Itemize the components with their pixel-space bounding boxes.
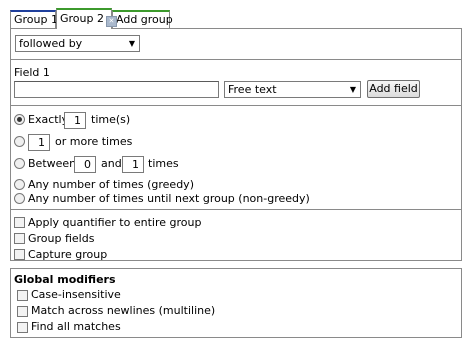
tab-label: Add group (116, 13, 173, 26)
between-min-input[interactable]: 0 (74, 156, 96, 173)
chevron-down-icon: ▼ (349, 85, 356, 94)
case-insensitive-label: Case-insensitive (31, 288, 121, 301)
group-panel: followed by ▼ Field 1 Free text ▼ Add fi… (10, 28, 462, 261)
capture-group-label: Capture group (28, 248, 108, 261)
tab-group-1[interactable]: Group 1 (10, 10, 58, 28)
checkbox-case-insensitive[interactable] (17, 290, 28, 301)
group-fields-label: Group fields (28, 232, 95, 245)
radio-between[interactable] (14, 158, 25, 169)
between-suffix: times (148, 157, 179, 170)
between-min-value: 0 (84, 158, 91, 171)
field-label: Field 1 (14, 66, 50, 79)
field-type-select[interactable]: Free text ▼ (224, 81, 361, 98)
non-greedy-label: Any number of times until next group (no… (28, 192, 310, 205)
relation-select-value: followed by (19, 37, 83, 50)
find-all-label: Find all matches (31, 320, 121, 333)
between-and: and (101, 157, 122, 170)
between-max-input[interactable]: 1 (122, 156, 144, 173)
multiline-label: Match across newlines (multiline) (31, 304, 216, 317)
tab-group-2[interactable]: Group 2 ✕ (56, 8, 117, 29)
tab-add-group[interactable]: Add group (112, 10, 173, 28)
exactly-count-value: 1 (74, 114, 81, 127)
global-modifiers-panel: Global modifiers Case-insensitive Match … (10, 268, 462, 338)
checkbox-group-fields[interactable] (14, 233, 25, 244)
divider (11, 59, 461, 60)
checkbox-capture-group[interactable] (14, 249, 25, 260)
checkbox-apply-quantifier[interactable] (14, 217, 25, 228)
field-input[interactable] (14, 81, 219, 98)
radio-exactly[interactable] (14, 114, 25, 125)
radio-or-more[interactable] (14, 136, 25, 147)
or-more-count-input[interactable]: 1 (28, 134, 50, 151)
between-max-value: 1 (132, 158, 139, 171)
or-more-count-value: 1 (38, 136, 45, 149)
divider (11, 105, 461, 106)
close-icon[interactable]: ✕ (105, 16, 117, 27)
apply-quantifier-label: Apply quantifier to entire group (28, 216, 202, 229)
add-field-label: Add field (369, 82, 418, 95)
exactly-suffix: time(s) (91, 113, 131, 126)
or-more-suffix: or more times (55, 135, 133, 148)
field-type-value: Free text (228, 83, 277, 96)
checkbox-find-all[interactable] (17, 322, 28, 333)
radio-non-greedy[interactable] (14, 193, 25, 204)
exactly-label: Exactly (28, 113, 69, 126)
tab-label: Group 2 (60, 12, 104, 25)
divider (11, 209, 461, 210)
exactly-count-input[interactable]: 1 (64, 112, 86, 129)
tab-label: Group 1 (14, 13, 58, 26)
greedy-label: Any number of times (greedy) (28, 178, 194, 191)
global-modifiers-title: Global modifiers (14, 273, 116, 286)
chevron-down-icon: ▼ (128, 39, 135, 48)
between-label: Between (28, 157, 77, 170)
checkbox-multiline[interactable] (17, 306, 28, 317)
add-field-button[interactable]: Add field (367, 80, 420, 98)
radio-greedy[interactable] (14, 179, 25, 190)
relation-select[interactable]: followed by ▼ (15, 35, 140, 52)
